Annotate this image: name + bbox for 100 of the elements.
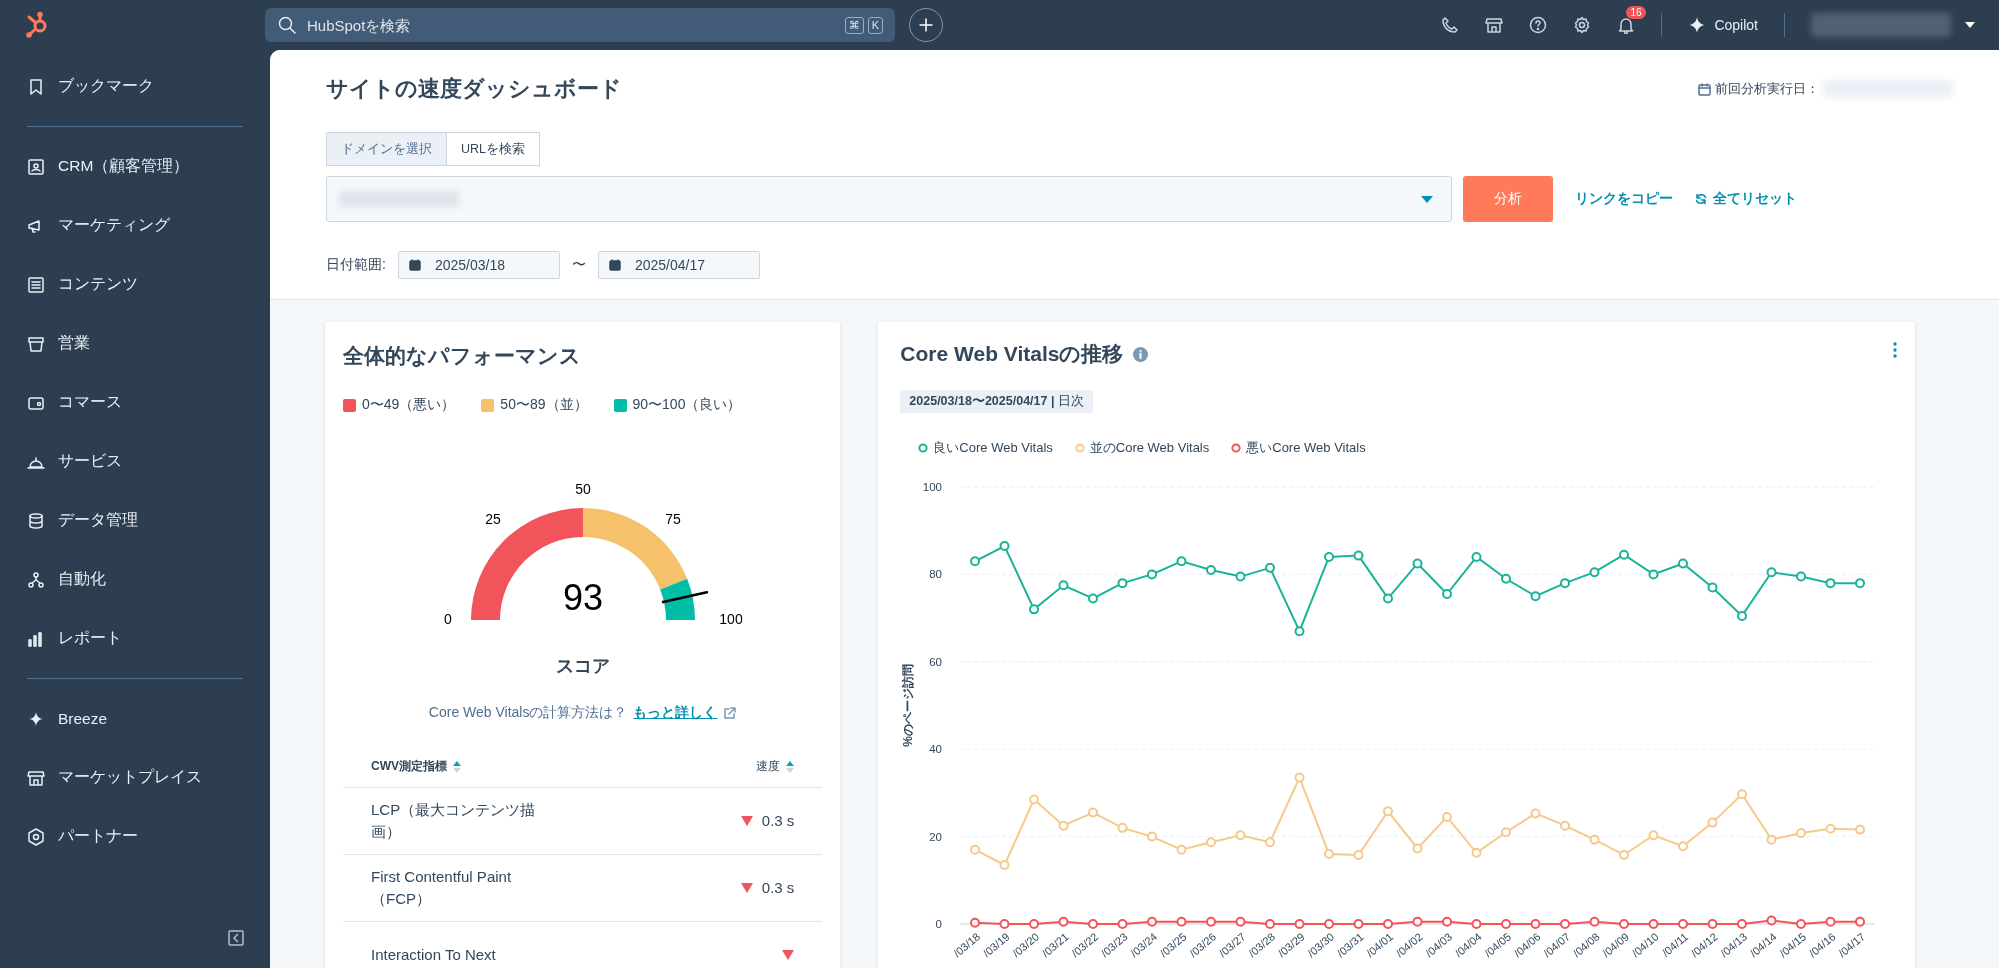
- data-point: [1855, 824, 1866, 835]
- data-point: [1353, 849, 1364, 860]
- copilot-button[interactable]: Copilot: [1688, 16, 1758, 34]
- storefront-icon: [1485, 16, 1504, 34]
- help-button[interactable]: [1529, 16, 1548, 34]
- y-tick-label: 40: [929, 743, 943, 756]
- sort-icon[interactable]: [786, 759, 795, 774]
- sidebar-item[interactable]: 自動化: [0, 550, 270, 609]
- card-title: 全体的なパフォーマンス: [343, 343, 582, 370]
- settings-icon: [1573, 16, 1592, 34]
- data-point: [1353, 919, 1364, 929]
- data-point: [1442, 589, 1453, 600]
- storefront-button[interactable]: [1485, 16, 1504, 34]
- data-point: [1412, 558, 1423, 569]
- data-point: [1589, 567, 1600, 578]
- y-tick-label: 80: [929, 568, 943, 581]
- data-point: [1235, 916, 1246, 927]
- data-point: [1412, 916, 1423, 927]
- data-point: [1855, 916, 1866, 927]
- gauge-tick-label: 50: [574, 481, 591, 497]
- data-point: [1088, 919, 1099, 929]
- sidebar-item[interactable]: マーケティング: [0, 196, 270, 255]
- date-field[interactable]: 2025/04/17: [597, 251, 760, 279]
- data-point: [1530, 591, 1541, 602]
- copy-link[interactable]: リンクをコピー: [1575, 190, 1673, 208]
- column-header[interactable]: 速度: [756, 758, 795, 775]
- notifications-button[interactable]: [1617, 16, 1636, 34]
- data-point: [1825, 916, 1836, 927]
- data-point: [1442, 916, 1453, 927]
- sidebar-item[interactable]: Breeze: [0, 689, 270, 748]
- gauge-tick-label: 100: [719, 611, 743, 627]
- data-point: [1766, 834, 1777, 845]
- data-point: [1235, 830, 1246, 841]
- sidebar-item[interactable]: マーケットプレイス: [0, 748, 270, 807]
- more-menu-button[interactable]: [1893, 342, 1897, 358]
- data-point: [1501, 827, 1512, 838]
- source-tab[interactable]: URLを検索: [447, 132, 540, 166]
- reset-link[interactable]: 全てリセット: [1695, 190, 1797, 208]
- source-tab[interactable]: ドメインを選択: [326, 132, 447, 166]
- data-point: [1766, 567, 1777, 578]
- data-point: [1707, 919, 1718, 929]
- sidebar-item[interactable]: 営業: [0, 314, 270, 373]
- legend-label: 50〜89（並）: [500, 396, 588, 414]
- data-point: [1766, 915, 1777, 926]
- bar-chart-icon: [27, 629, 45, 648]
- sidebar-item[interactable]: サービス: [0, 432, 270, 491]
- bookmark-icon: [27, 77, 45, 96]
- sidebar-item[interactable]: CRM（顧客管理）: [0, 137, 270, 196]
- sidebar-item[interactable]: レポート: [0, 609, 270, 668]
- data-point: [1324, 919, 1335, 929]
- gauge-needle: [661, 590, 708, 604]
- data-point: [1825, 578, 1836, 589]
- contact-card-icon: [27, 157, 45, 176]
- learn-more-link[interactable]: もっと詳しく: [633, 704, 718, 722]
- data-point: [1678, 841, 1689, 852]
- data-point: [1294, 919, 1305, 929]
- data-point: [1589, 834, 1600, 845]
- data-point: [1029, 919, 1040, 929]
- data-point: [1324, 551, 1335, 562]
- data-point: [1029, 604, 1040, 615]
- data-point: [1619, 849, 1630, 860]
- sidebar-item[interactable]: データ管理: [0, 491, 270, 550]
- sidebar-item[interactable]: コンテンツ: [0, 255, 270, 314]
- data-point: [1619, 919, 1630, 929]
- external-link-icon: [723, 706, 737, 720]
- settings-button[interactable]: [1573, 16, 1592, 34]
- data-point: [1117, 919, 1128, 929]
- data-point: [1648, 919, 1659, 929]
- legend-label: 90〜100（良い）: [632, 396, 742, 414]
- gauge-tick-label: 75: [664, 511, 681, 527]
- hexagon-icon: [27, 827, 45, 846]
- sort-icon[interactable]: [453, 759, 461, 774]
- column-label: CWV測定指標: [371, 758, 447, 775]
- data-point: [1206, 565, 1217, 576]
- data-point: [1796, 571, 1807, 582]
- data-point: [1147, 831, 1158, 842]
- data-point: [1796, 919, 1807, 929]
- data-point: [1294, 772, 1305, 783]
- phone-button[interactable]: [1441, 16, 1460, 34]
- shortcut-key: ⌘: [844, 17, 864, 34]
- data-point: [1117, 822, 1128, 833]
- data-point: [1678, 558, 1689, 569]
- date-field[interactable]: 2025/03/18: [397, 251, 560, 279]
- card-title: Core Web Vitalsの推移: [900, 341, 1124, 367]
- data-point: [1560, 919, 1571, 929]
- metric-cell: First Contentful Paint（FCP）: [343, 854, 589, 922]
- y-tick-label: 0: [935, 918, 943, 930]
- sidebar-item[interactable]: ブックマーク: [0, 57, 270, 116]
- data-point: [1471, 551, 1482, 562]
- collapse-button[interactable]: [228, 930, 244, 946]
- shortcut-key: K: [867, 17, 883, 34]
- sidebar-item[interactable]: パートナー: [0, 807, 270, 866]
- data-point: [1678, 919, 1689, 929]
- data-point: [970, 556, 981, 567]
- data-point: [1619, 549, 1630, 560]
- sidebar-item[interactable]: コマース: [0, 373, 270, 432]
- column-header[interactable]: CWV測定指標: [371, 758, 461, 775]
- range-separator: 〜: [571, 256, 586, 274]
- y-tick-label: 60: [929, 655, 943, 668]
- legend-label: 並のCore Web Vitals: [1089, 439, 1210, 457]
